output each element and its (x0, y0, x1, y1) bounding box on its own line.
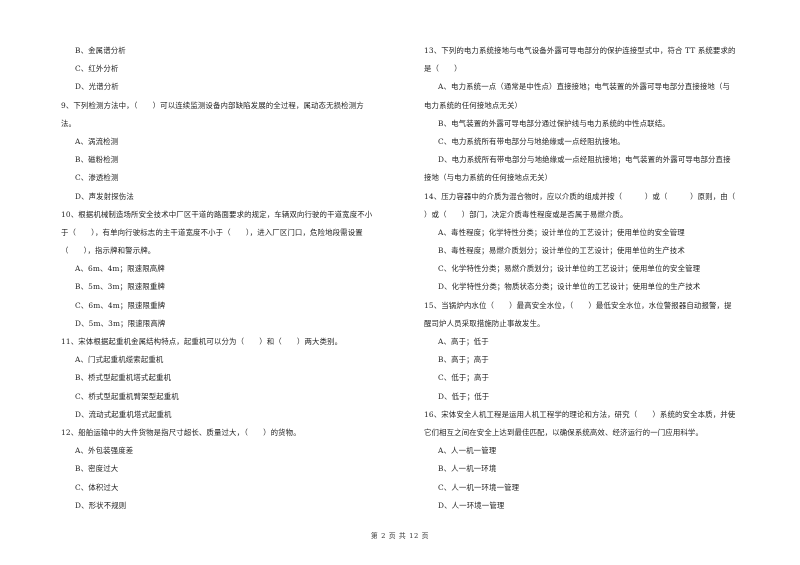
answer-option: B、毒性程度；易燃介质划分；设计单位的工艺设计；使用单位的生产技术 (438, 246, 685, 256)
answer-option: D、形状不规则 (75, 500, 127, 510)
answer-option: D、电力系统所有带电部分与地绝缘或一点经阻抗接地；电气装置的外露可导电部分直接 (438, 155, 731, 165)
answer-option: B、桥式型起重机塔式起重机 (75, 373, 172, 383)
answer-option: A、门式起重机缆索起重机 (75, 355, 164, 365)
question-text-continued: 它们相互之间在安全上达到最佳匹配，以确保系统高效、经济运行的一门应用科学。 (424, 427, 704, 437)
answer-option: A、6m、4m；限速限高牌 (75, 264, 165, 274)
answer-option: B、人一机一环境 (438, 464, 497, 474)
answer-option: A、人一机一管理 (438, 446, 497, 456)
answer-option: C、化学特性分类；易燃介质划分；设计单位的工艺设计；使用单位的安全管理 (438, 264, 701, 274)
answer-option: D、低于；低于 (438, 391, 490, 401)
question-text-continued: （ ），指示牌和警示牌。 (61, 246, 156, 256)
right-column: 13、下列的电力系统接地与电气设备外露可导电部分的保护连接型式中，符合 TT 系… (424, 42, 769, 515)
question-text: 15、当锅炉内水位（ ）最高安全水位，（ ）最低安全水位，水位警报器自动报警，提 (424, 300, 732, 310)
answer-option: C、低于；高于 (438, 373, 490, 383)
question-text: 9、下列检测方法中，（ ）可以连续监测设备内部缺陷发展的全过程，属动态无损检测方 (61, 100, 364, 110)
answer-option: C、红外分析 (75, 64, 119, 74)
answer-option: D、人一环境一管理 (438, 500, 505, 510)
question-text: 12、船舶运输中的大件货物是指尺寸超长、质量过大，（ ）的货物。 (61, 427, 301, 437)
question-text-continued: 电力系统的任何接地点无关） (424, 100, 523, 110)
left-column: B、金属谱分析 C、红外分析 D、光谱分析 9、下列检测方法中，（ ）可以连续监测设备… (61, 42, 401, 515)
answer-option: A、涡流检测 (75, 136, 119, 146)
question-text: 14、压力容器中的介质为混合物时，应以介质的组成并按（ ）或（ ）原则，由（ (424, 191, 736, 201)
answer-option: C、人一机一环境一管理 (438, 482, 520, 492)
question-text-continued: ）或（ ）部门，决定介质毒性程度或是否属于易燃介质。 (424, 209, 628, 219)
answer-option: A、电力系统一点（通常是中性点）直接接地；电气装置的外露可导电部分直接接地（与 (438, 82, 731, 92)
question-text-continued: 于（ ），有单向行驶标志的主干道宽度不小于（ ），进入厂区门口，危险地段需设置 (61, 227, 363, 237)
answer-option: C、桥式型起重机臂架型起重机 (75, 391, 179, 401)
answer-option: B、磁粉检测 (75, 155, 119, 165)
question-text: 11、宋体根据起重机金属结构特点，起重机可以分为（ ）和（ ）两大类别。 (61, 337, 343, 346)
answer-option: A、高于；低于 (438, 337, 489, 346)
exam-page: B、金属谱分析 C、红外分析 D、光谱分析 9、下列检测方法中，（ ）可以连续监测设备… (0, 0, 800, 565)
answer-option: A、毒性程度；化学特性分类；设计单位的工艺设计；使用单位的安全管理 (438, 227, 685, 237)
question-text-continued: 醒司炉人员采取措施防止事故发生。 (424, 318, 545, 328)
question-text: 13、下列的电力系统接地与电气设备外露可导电部分的保护连接型式中，符合 TT 系… (424, 46, 736, 55)
answer-option: C、渗透检测 (75, 173, 119, 183)
answer-option: B、5m、3m；限速限重牌 (75, 282, 165, 292)
answer-option: D、声发射探伤法 (75, 191, 134, 201)
answer-option: D、光谱分析 (75, 82, 119, 92)
question-text-continued: 接地（与电力系统的任何接地点无关） (424, 173, 553, 183)
answer-option: D、流动式起重机塔式起重机 (75, 409, 172, 419)
question-text-continued: 法。 (61, 118, 77, 128)
page-footer: 第 2 页 共 12 页 (370, 532, 430, 540)
answer-option: B、高于；高于 (438, 355, 489, 365)
question-text: 16、宋体安全人机工程是运用人机工程学的理论和方法，研究（ ）系统的安全本质，并… (424, 409, 736, 419)
answer-option: D、5m、3m；限速限高牌 (75, 318, 166, 328)
answer-option: B、电气装置的外露可导电部分通过保护线与电力系统的中性点联结。 (438, 118, 670, 128)
answer-option: C、电力系统所有带电部分与地绝缘或一点经阻抗接地。 (438, 136, 625, 146)
answer-option: B、金属谱分析 (75, 46, 126, 55)
answer-option: B、密度过大 (75, 464, 119, 474)
question-text: 10、根据机械制造场所安全技术中厂区干道的路面要求的规定，车辆双向行驶的干道宽度… (61, 209, 373, 219)
answer-option: A、外包装强度差 (75, 446, 134, 456)
answer-option: C、6m、4m；限速限重牌 (75, 300, 166, 310)
question-text-continued: 是（ ） (424, 64, 462, 74)
answer-option: C、体积过大 (75, 482, 119, 492)
answer-option: D、化学特性分类；物质状态分类；设计单位的工艺设计；使用单位的生产技术 (438, 282, 701, 292)
